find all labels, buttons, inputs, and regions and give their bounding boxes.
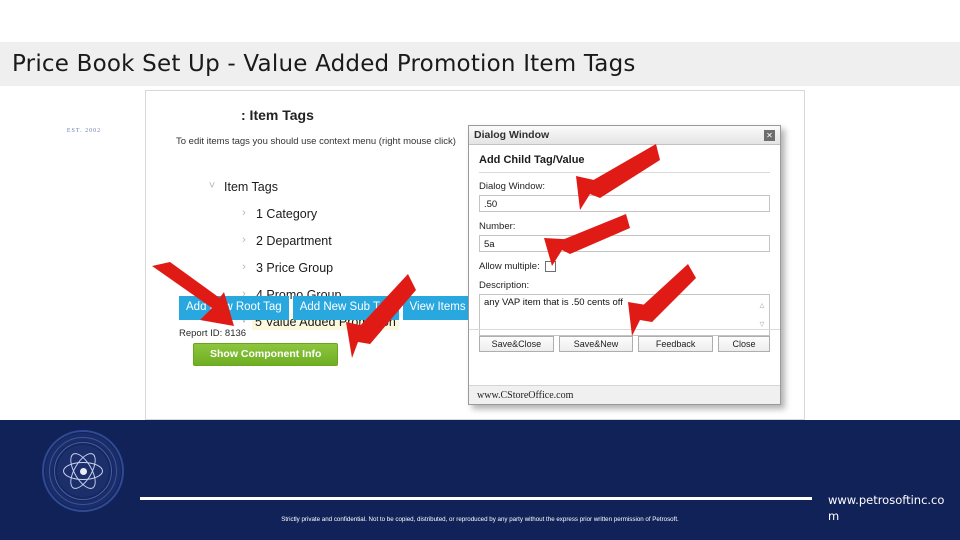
close-icon[interactable]: ✕ bbox=[764, 129, 775, 141]
footer-disclaimer: Strictly private and confidential. Not t… bbox=[281, 516, 679, 523]
petrosoft-university-seal-icon bbox=[42, 430, 124, 512]
save-and-new-button[interactable]: Save&New bbox=[558, 336, 634, 352]
tree-item-label: 3 Price Group bbox=[256, 260, 334, 275]
chevron-right-icon[interactable]: › bbox=[236, 208, 252, 219]
dialog-title-bar: Dialog Window ✕ bbox=[469, 126, 780, 145]
footer-url[interactable]: www.petrosoftinc.com bbox=[828, 492, 952, 524]
dialog-button-row: Save&Close Save&New Feedback Close bbox=[469, 329, 780, 352]
panel-subtitle: To edit items tags you should use contex… bbox=[176, 136, 456, 147]
save-and-close-button[interactable]: Save&Close bbox=[479, 336, 554, 352]
number-field-label: Number: bbox=[479, 221, 516, 232]
tree-item-category[interactable]: › 1 Category bbox=[204, 200, 494, 227]
tag-action-buttons: Add New Root Tag Add New Sub Tag View It… bbox=[179, 296, 494, 320]
number-field[interactable]: 5a bbox=[479, 235, 770, 252]
chevron-down-icon[interactable]: ˅ bbox=[204, 181, 220, 192]
tree-item-label: 2 Department bbox=[256, 233, 332, 248]
logo-wordmark: PETROSOFT UNIVERSITY bbox=[26, 96, 142, 126]
dialog-window-field[interactable]: .50 bbox=[479, 195, 770, 212]
tree-item-department[interactable]: › 2 Department bbox=[204, 227, 494, 254]
description-field-text: any VAP item that is .50 cents off bbox=[484, 297, 623, 308]
dialog-subtitle: Add Child Tag/Value bbox=[479, 154, 770, 173]
panel-heading: : Item Tags bbox=[241, 107, 314, 123]
allow-multiple-row: Allow multiple: bbox=[479, 261, 770, 272]
add-new-sub-tag-button[interactable]: Add New Sub Tag bbox=[292, 296, 399, 320]
add-new-root-tag-button[interactable]: Add New Root Tag bbox=[179, 296, 289, 320]
dialog-body: Add Child Tag/Value Dialog Window: .50 N… bbox=[469, 145, 780, 375]
chevron-up-icon[interactable]: ▵ bbox=[759, 300, 764, 311]
show-component-info-button[interactable]: Show Component Info bbox=[193, 343, 339, 366]
allow-multiple-checkbox[interactable] bbox=[544, 261, 556, 272]
tree-item-item-tags[interactable]: ˅ Item Tags bbox=[204, 173, 494, 200]
tree-item-price-group[interactable]: › 3 Price Group bbox=[204, 254, 494, 281]
allow-multiple-label: Allow multiple: bbox=[479, 261, 540, 272]
atom-core-icon bbox=[79, 467, 87, 475]
slide-title-band: Price Book Set Up - Value Added Promotio… bbox=[0, 42, 960, 86]
close-button[interactable]: Close bbox=[718, 336, 771, 352]
logo-line-1: PETROSOFT bbox=[37, 96, 131, 111]
dialog-status-bar: www.CStoreOffice.com bbox=[469, 385, 780, 404]
logo-established-text: EST. 2002 bbox=[66, 128, 102, 134]
dialog-window-field-label: Dialog Window: bbox=[479, 181, 545, 192]
description-field-label: Description: bbox=[479, 280, 530, 291]
tree-item-label: 1 Category bbox=[256, 206, 318, 221]
page-title: Price Book Set Up - Value Added Promotio… bbox=[12, 51, 636, 77]
tree-item-label: Item Tags bbox=[224, 179, 278, 194]
logo-line-2: UNIVERSITY bbox=[35, 111, 133, 126]
footer-divider bbox=[140, 497, 812, 500]
dialog-window: Dialog Window ✕ Add Child Tag/Value Dial… bbox=[468, 125, 781, 405]
item-tags-panel: : Item Tags To edit items tags you shoul… bbox=[146, 91, 506, 419]
embedded-screenshot: : Item Tags To edit items tags you shoul… bbox=[145, 90, 805, 420]
chevron-right-icon[interactable]: › bbox=[236, 235, 252, 246]
chevron-right-icon[interactable]: › bbox=[236, 262, 252, 273]
dialog-title-text: Dialog Window bbox=[474, 129, 550, 141]
report-id-label: Report ID: 8136 bbox=[179, 328, 247, 339]
feedback-button[interactable]: Feedback bbox=[638, 336, 714, 352]
